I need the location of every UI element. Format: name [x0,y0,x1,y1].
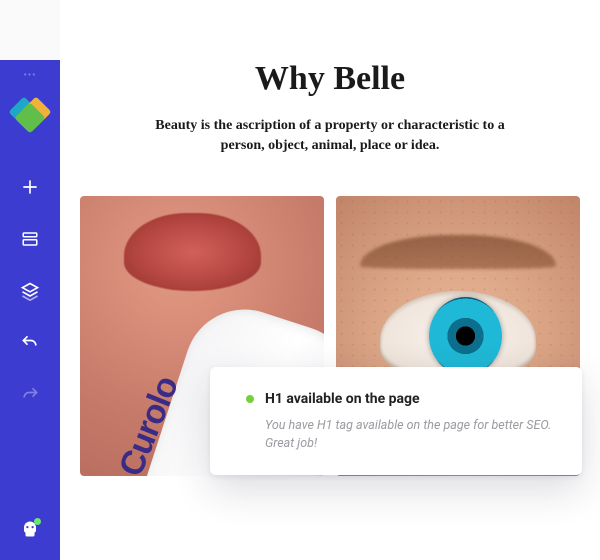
redo-button[interactable] [0,371,60,423]
layers-icon [20,281,40,305]
notification-title: H1 available on the page [265,391,420,407]
status-badge [34,518,41,525]
seo-notification[interactable]: H1 available on the page You have H1 tag… [210,367,582,475]
page-title[interactable]: Why Belle [80,60,580,98]
support-button[interactable] [0,502,60,560]
page-subtitle[interactable]: Beauty is the ascription of a property o… [135,116,525,156]
plus-icon [20,177,40,201]
page-canvas: Why Belle Beauty is the ascription of a … [60,0,600,560]
undo-icon [20,333,40,357]
sections-button[interactable] [0,215,60,267]
status-dot-icon [246,395,254,403]
drag-handle-icon: ••• [23,70,36,81]
app-logo[interactable] [13,99,47,129]
layers-button[interactable] [0,267,60,319]
undo-button[interactable] [0,319,60,371]
add-element-button[interactable] [0,163,60,215]
sections-icon [21,230,39,252]
editor-sidebar: ••• [0,60,60,560]
redo-icon [20,385,40,409]
notification-description: You have H1 tag available on the page fo… [246,417,556,453]
